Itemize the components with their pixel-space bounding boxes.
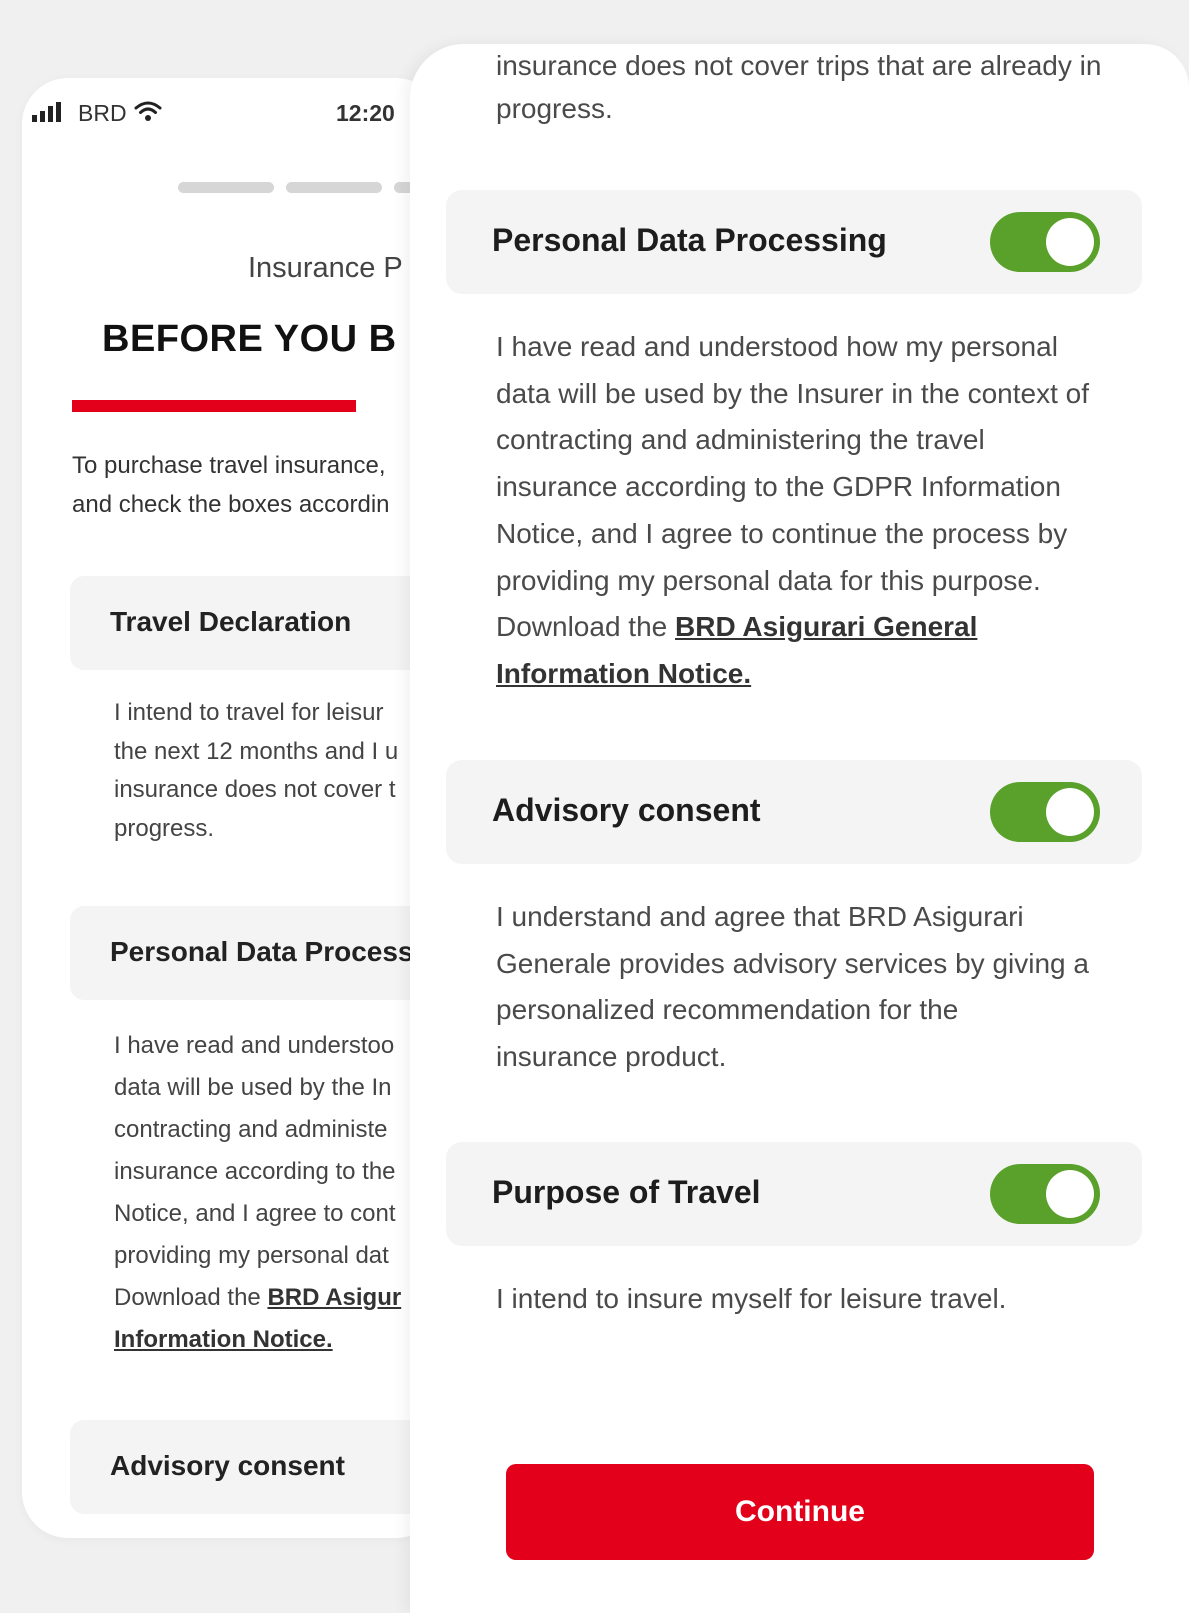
body-line: Generale provides advisory services by g… — [496, 947, 1089, 979]
page-kicker: Insurance P — [248, 252, 403, 284]
body-line: Download the BRD Asigur — [114, 1277, 442, 1319]
card-title: Personal Data Processing — [492, 222, 887, 258]
toggle-knob — [1046, 788, 1094, 836]
purpose-of-travel-toggle[interactable] — [990, 1164, 1100, 1224]
personal-data-text: I have read and understood how my person… — [496, 324, 1136, 698]
advisory-consent-card[interactable]: Advisory consent — [70, 1420, 442, 1514]
body-line: data will be used by the In — [114, 1074, 392, 1101]
body-line: Information Notice. — [496, 651, 1136, 698]
intro-text: To purchase travel insurance, and check … — [72, 446, 442, 524]
page-title: BEFORE YOU B — [102, 318, 397, 360]
card-title: Travel Declaration — [110, 606, 352, 637]
body-line: insurance does not cover t — [114, 776, 396, 803]
progress-step — [178, 182, 274, 193]
body-line: providing my personal data for this purp… — [496, 564, 1041, 596]
body-line: I have read and understood how my person… — [496, 331, 1058, 362]
body-line: Notice, and I agree to continue the proc… — [496, 517, 1068, 549]
body-line: insurance product. — [496, 1041, 727, 1073]
purpose-of-travel-card: Purpose of Travel — [446, 1142, 1142, 1246]
personal-data-card[interactable]: Personal Data Processi — [70, 906, 442, 1000]
travel-declaration-text-tail: insurance does not cover trips that are … — [496, 44, 1136, 130]
personal-data-processing-card: Personal Data Processing — [446, 190, 1142, 294]
body-line: data will be used by the Insurer in the … — [496, 377, 1090, 409]
body-line: I intend to travel for leisur — [114, 699, 384, 726]
personal-data-text: I have read and understoo data will be u… — [114, 1025, 442, 1361]
card-title: Advisory consent — [110, 1450, 345, 1481]
download-prefix: Download the — [496, 611, 676, 643]
toggle-knob — [1046, 1170, 1094, 1218]
body-line: Download the BRD Asigurari General — [496, 604, 1136, 651]
signal-icon — [32, 102, 61, 122]
body-line: providing my personal dat — [114, 1242, 389, 1269]
wifi-icon — [134, 101, 162, 121]
body-line: insurance according to the GDPR Informat… — [496, 471, 1061, 503]
travel-declaration-card[interactable]: Travel Declaration — [70, 576, 442, 670]
gdpr-notice-link[interactable]: BRD Asigur — [267, 1284, 401, 1311]
travel-declaration-text: I intend to travel for leisur the next 1… — [114, 694, 442, 848]
purpose-of-travel-text: I intend to insure myself for leisure tr… — [496, 1276, 1136, 1323]
progress-step — [286, 182, 382, 193]
gdpr-notice-link-cont[interactable]: Information Notice. — [114, 1326, 333, 1353]
status-bar: BRD 12:20 — [22, 78, 442, 148]
body-line: I understand and agree that BRD Asigurar… — [496, 901, 1024, 932]
body-line: the next 12 months and I u — [114, 737, 399, 765]
body-line: Information Notice. — [114, 1319, 442, 1361]
status-time: 12:20 — [336, 100, 395, 126]
body-line: insurance according to the — [114, 1158, 396, 1185]
card-title: Personal Data Processi — [110, 936, 422, 967]
continue-button[interactable]: Continue — [506, 1464, 1094, 1560]
advisory-consent-toggle[interactable] — [990, 782, 1100, 842]
advisory-consent-text: I understand and agree that BRD Asigurar… — [496, 894, 1136, 1081]
body-line: I have read and understoo — [114, 1032, 395, 1059]
card-title: Purpose of Travel — [492, 1174, 761, 1210]
body-line: I intend to insure myself for leisure tr… — [496, 1283, 1007, 1314]
card-title: Advisory consent — [492, 792, 761, 828]
carrier-name: BRD — [78, 100, 127, 126]
background-phone-screen: BRD 12:20 Insurance P BEFORE YOU B To pu… — [22, 78, 442, 1538]
intro-line: and check the boxes accordin — [72, 491, 390, 518]
progress-steps — [178, 182, 442, 194]
title-accent-bar — [72, 400, 356, 412]
advisory-consent-card: Advisory consent — [446, 760, 1142, 864]
consent-panel: insurance does not cover trips that are … — [410, 44, 1189, 1613]
intro-line: To purchase travel insurance, — [72, 452, 386, 479]
download-prefix: Download the — [114, 1284, 268, 1311]
body-line: Notice, and I agree to cont — [114, 1200, 396, 1227]
body-line: personalized recommendation for the — [496, 994, 959, 1026]
body-line: progress. — [114, 814, 215, 842]
personal-data-toggle[interactable] — [990, 212, 1100, 272]
gdpr-notice-link[interactable]: BRD Asigurari General — [675, 611, 977, 642]
gdpr-notice-link-cont[interactable]: Information Notice. — [496, 658, 751, 689]
body-line: progress. — [496, 93, 613, 124]
body-line: contracting and administe — [114, 1116, 388, 1143]
body-line: contracting and administering the travel — [496, 424, 985, 456]
body-line: insurance does not cover trips that are … — [496, 50, 1102, 81]
toggle-knob — [1046, 218, 1094, 266]
